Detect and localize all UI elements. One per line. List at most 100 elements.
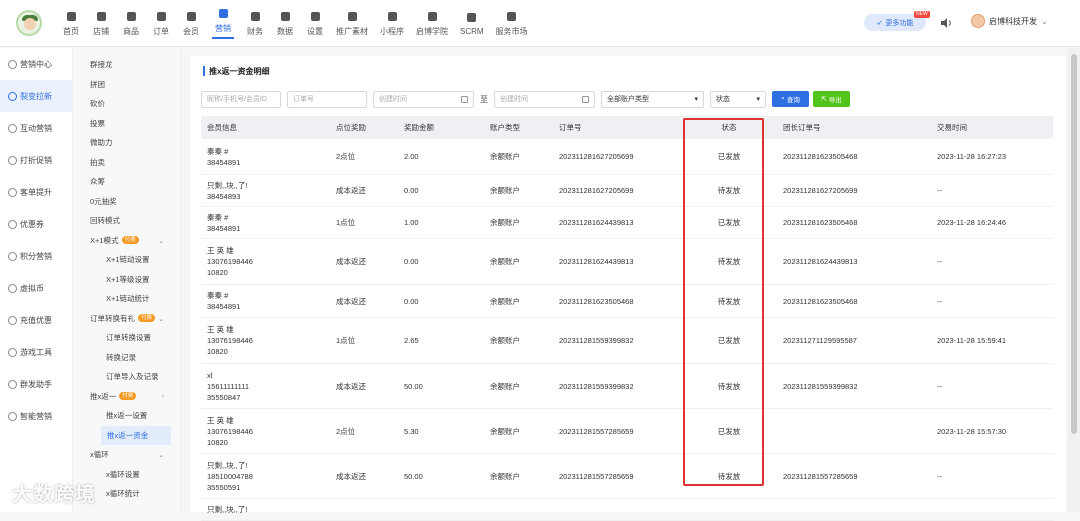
nav-item-12[interactable]: SCRM bbox=[454, 0, 490, 47]
nav-item-label: 店铺 bbox=[93, 26, 109, 36]
cell-reward: 2点位 bbox=[336, 426, 356, 436]
query-button[interactable]: ⌕ 查询 bbox=[772, 91, 809, 107]
table-row[interactable]: 王 英 雄 13076198446 10820 1点位 2.65 余额账户 202311… bbox=[201, 318, 1053, 364]
user-menu[interactable]: 启博科技开发 ⌄ bbox=[971, 14, 1048, 28]
table-row[interactable]: 只剩,,块,,了! 18510004788 35550591 成本返还 50.00 余… bbox=[201, 454, 1053, 499]
cell-member: 王 英 雄 13076198446 10820 bbox=[207, 415, 253, 447]
miniapp-icon bbox=[387, 11, 397, 21]
nav-item-7[interactable]: 数据 bbox=[270, 0, 300, 47]
nav-item-5[interactable]: 营销 bbox=[206, 0, 240, 47]
subnav-item-20[interactable]: x循环 ⌄ bbox=[73, 445, 180, 465]
subnav-item-label: 订单转换有礼 bbox=[90, 313, 135, 323]
subnav-item-8[interactable]: 回转模式 bbox=[73, 211, 180, 231]
sidebar-item-6[interactable]: 积分营销 bbox=[0, 240, 72, 272]
subnav-item-16[interactable]: 订单导入及记录 bbox=[73, 367, 180, 387]
sidebar-item-0[interactable]: 营销中心 bbox=[0, 48, 72, 80]
table-row[interactable]: 只剩,,块,,了! 38454893 成本返还 0.00 余额账户 2023112816… bbox=[201, 175, 1053, 207]
sidebar-item-8[interactable]: 充值优惠 bbox=[0, 304, 72, 336]
table-row[interactable]: 秦秦 # 38454891 1点位 1.00 余额账户 2023112816244398… bbox=[201, 207, 1053, 239]
cell-reward: 1点位 bbox=[336, 336, 356, 345]
table-row[interactable]: xl 15611111111 35550847 成本返还 50.00 余额账户 2023… bbox=[201, 364, 1053, 409]
table-row[interactable]: 只剩,,块,,了! bbox=[201, 499, 1053, 521]
speaker-icon[interactable] bbox=[940, 17, 952, 29]
subnav-item-1[interactable]: 拼团 bbox=[73, 75, 180, 95]
query-label: 查询 bbox=[786, 97, 800, 104]
subnav-item-7[interactable]: 0元抽奖 bbox=[73, 192, 180, 212]
chevron-down-icon: ⌄ bbox=[1041, 16, 1048, 26]
table-row[interactable]: 秦秦 # 38454891 2点位 2.00 余额账户 2023112816272056… bbox=[201, 139, 1053, 175]
subnav-item-12[interactable]: X+1链动统计 bbox=[73, 289, 180, 309]
sidebar-item-11[interactable]: 智能营销 bbox=[0, 400, 72, 432]
sidebar-item-1[interactable]: 裂变拉新 bbox=[0, 80, 72, 112]
sidebar-item-9[interactable]: 游戏工具 bbox=[0, 336, 72, 368]
column-header: 订单号 bbox=[559, 123, 582, 132]
home-icon bbox=[66, 11, 76, 21]
sidebar-item-7[interactable]: 虚拟币 bbox=[0, 272, 72, 304]
nav-item-13[interactable]: 服务市场 bbox=[490, 0, 534, 47]
subnav-item-3[interactable]: 投票 bbox=[73, 114, 180, 134]
subnav-item-2[interactable]: 砍价 bbox=[73, 94, 180, 114]
subnav-item-11[interactable]: X+1等级设置 bbox=[73, 270, 180, 290]
page-scrollbar[interactable] bbox=[1068, 48, 1080, 512]
subnav-item-label: 群接龙 bbox=[90, 60, 113, 70]
end-date-placeholder: 创建时间 bbox=[500, 96, 528, 103]
subnav-item-14[interactable]: 订单转换设置 bbox=[73, 328, 180, 348]
nav-item-4[interactable]: 会员 bbox=[176, 0, 206, 47]
sidebar-item-3[interactable]: 打折促销 bbox=[0, 144, 72, 176]
cell-time: 2023-11-28 16:27:23 bbox=[937, 152, 1007, 161]
account-type-value: 全部账户类型 bbox=[607, 96, 649, 103]
nav-item-2[interactable]: 商品 bbox=[116, 0, 146, 47]
table-row[interactable]: 王 英 雄 13076198446 10820 成本返还 0.00 余额账户 20231… bbox=[201, 239, 1053, 285]
nav-item-10[interactable]: 小程序 bbox=[374, 0, 410, 47]
status-select[interactable]: 状态 ▾ bbox=[710, 90, 766, 108]
nav-item-label: 会员 bbox=[183, 26, 199, 36]
subnav-item-13[interactable]: 订单转换有礼 付费 ⌄ bbox=[73, 309, 180, 329]
cell-account: 余额账户 bbox=[490, 471, 520, 481]
start-date-input[interactable]: 创建时间 bbox=[373, 90, 474, 108]
nav-item-0[interactable]: 首页 bbox=[56, 0, 86, 47]
subnav-item-label: X+1等级设置 bbox=[106, 274, 150, 284]
nav-item-3[interactable]: 订单 bbox=[146, 0, 176, 47]
member-search-input[interactable]: 昵称/手机号/会员ID bbox=[201, 90, 281, 108]
end-date-input[interactable]: 创建时间 bbox=[494, 90, 595, 108]
subnav-item-9[interactable]: X+1模式 付费 ⌄ bbox=[73, 231, 180, 251]
subnav-item-19[interactable]: 推x返一资金 bbox=[101, 425, 171, 445]
cell-status: 已发放 bbox=[717, 426, 741, 436]
nav-item-1[interactable]: 店铺 bbox=[86, 0, 116, 47]
nav-item-6[interactable]: 财务 bbox=[240, 0, 270, 47]
sidebar-item-4[interactable]: 客单提升 bbox=[0, 176, 72, 208]
export-button[interactable]: ⇱ 导出 bbox=[813, 91, 850, 107]
nav-item-label: 推广素材 bbox=[336, 26, 368, 36]
subnav-item-label: 微助力 bbox=[90, 138, 113, 148]
cell-member: 秦秦 # 38454891 bbox=[207, 212, 241, 233]
subnav-item-18[interactable]: 推x返一设置 bbox=[73, 406, 180, 426]
sidebar-item-5[interactable]: 优惠券 bbox=[0, 208, 72, 240]
scrollbar-thumb[interactable] bbox=[1071, 54, 1077, 434]
sidebar-item-label: 客单提升 bbox=[20, 187, 52, 197]
subnav-item-4[interactable]: 微助力 bbox=[73, 133, 180, 153]
nav-item-8[interactable]: 设置 bbox=[300, 0, 330, 47]
table-row[interactable]: 王 英 雄 13076198446 10820 2点位 5.30 余额账户 202311… bbox=[201, 409, 1053, 454]
subnav-item-10[interactable]: X+1链动设置 bbox=[73, 250, 180, 270]
nav-item-11[interactable]: 启博学院 bbox=[410, 0, 454, 47]
table-row[interactable]: 秦秦 # 38454891 成本返还 0.00 余额账户 202311281623505… bbox=[201, 285, 1053, 318]
cell-order: 202311281627205699 bbox=[559, 186, 634, 195]
nav-item-9[interactable]: 推广素材 bbox=[330, 0, 374, 47]
account-type-select[interactable]: 全部账户类型 ▾ bbox=[601, 90, 704, 108]
subnav-item-0[interactable]: 群接龙 bbox=[73, 55, 180, 75]
sidebar-item-2[interactable]: 互动营销 bbox=[0, 112, 72, 144]
cell-reward: 成本返还 bbox=[336, 296, 366, 306]
cell-amount: 0.00 bbox=[404, 257, 419, 266]
sidebar-item-10[interactable]: 群发助手 bbox=[0, 368, 72, 400]
subnav-item-17[interactable]: 推x返一 付费 › bbox=[73, 387, 180, 407]
subnav-item-15[interactable]: 转换记录 bbox=[73, 348, 180, 368]
college-icon bbox=[427, 11, 437, 21]
subnav-item-label: x循环设置 bbox=[106, 469, 140, 479]
logo[interactable] bbox=[16, 10, 42, 36]
subnav-item-5[interactable]: 拍卖 bbox=[73, 153, 180, 173]
order-number-placeholder: 订单号 bbox=[293, 96, 314, 103]
cell-leader-order: 202311271129595587 bbox=[783, 336, 857, 345]
order-number-input[interactable]: 订单号 bbox=[287, 90, 367, 108]
cell-time: 2023-11-28 15:57:30 bbox=[937, 426, 1007, 436]
subnav-item-6[interactable]: 众筹 bbox=[73, 172, 180, 192]
